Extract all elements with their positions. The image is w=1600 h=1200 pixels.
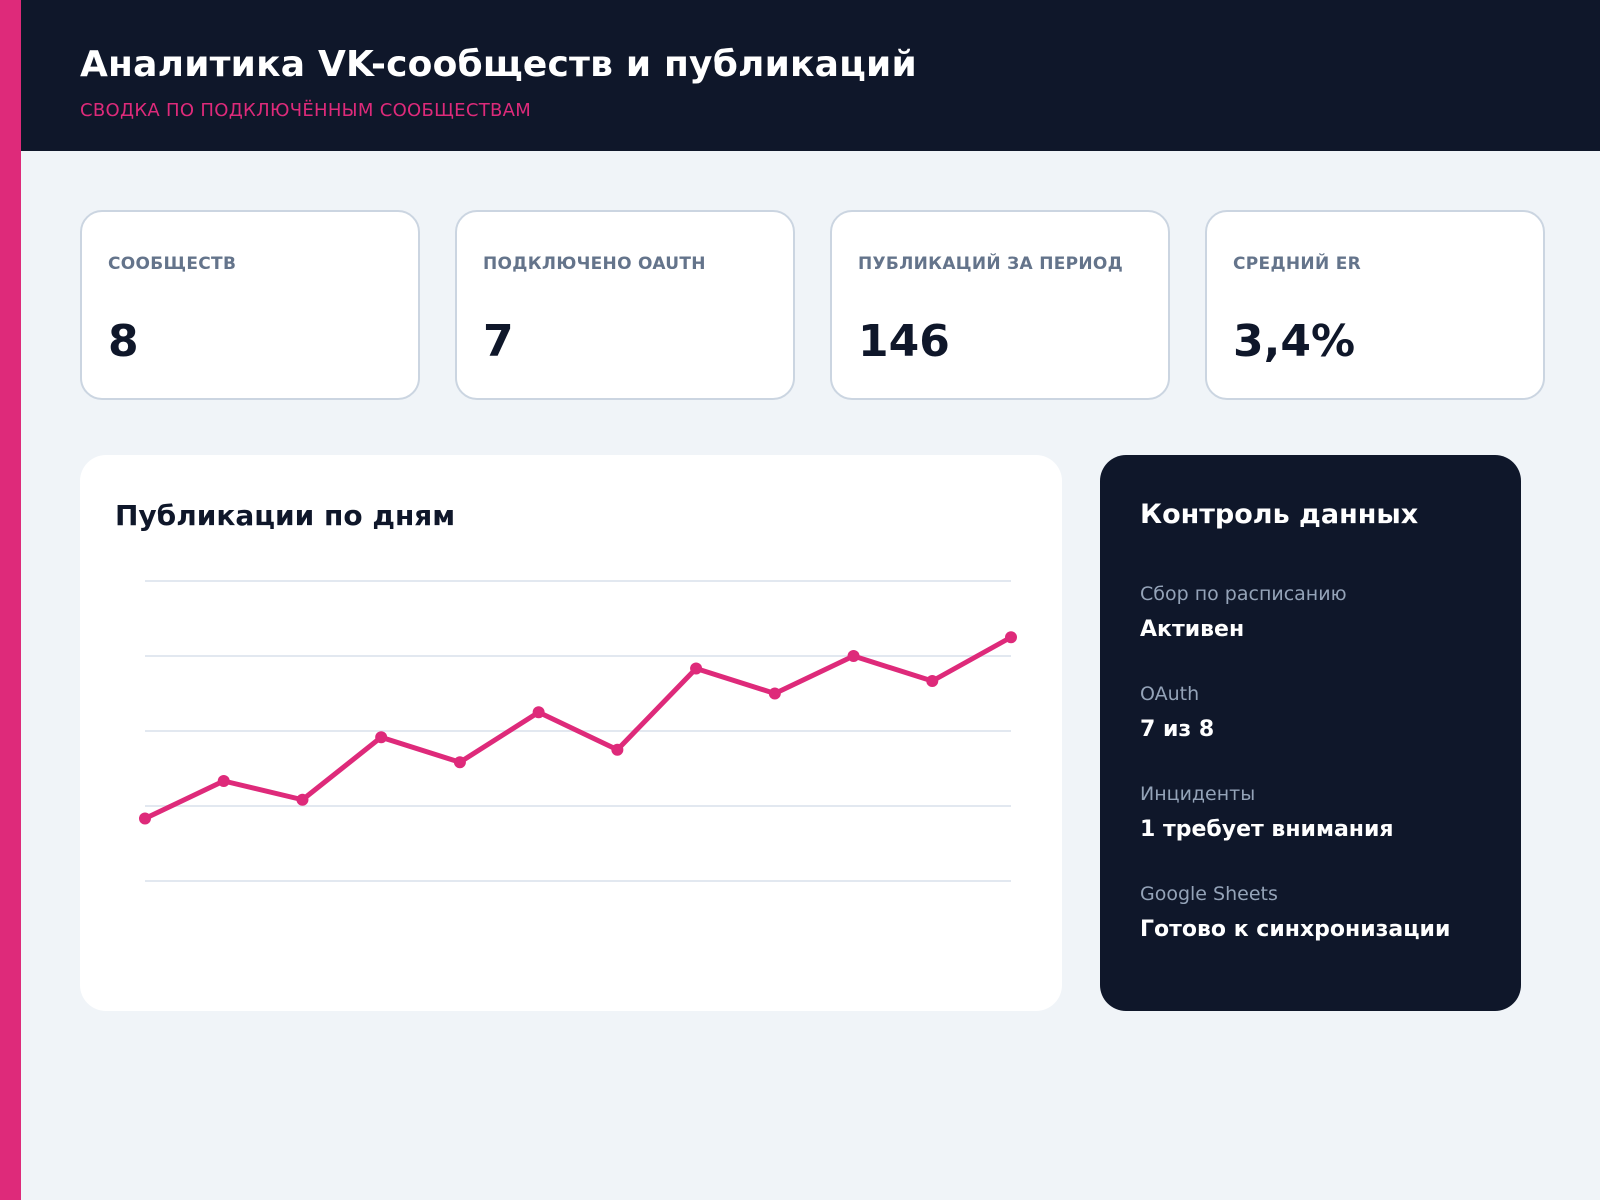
kpi-label: СООБЩЕСТВ	[108, 254, 237, 274]
chart-series-line	[142, 634, 1014, 821]
chart-point[interactable]	[1005, 631, 1017, 644]
kpi-value: 146	[858, 316, 950, 367]
control-item-schedule: Сбор по расписанию Активен	[1140, 583, 1347, 642]
control-item-value: 7 из 8	[1140, 717, 1215, 742]
kpi-label: СРЕДНИЙ ER	[1233, 254, 1361, 274]
chart-point[interactable]	[690, 662, 703, 675]
chart-point[interactable]	[847, 650, 860, 662]
page-header: Аналитика VK-сообществ и публикаций СВОД…	[21, 0, 1600, 151]
control-item-label: OAuth	[1140, 683, 1200, 705]
control-item-label: Инциденты	[1140, 783, 1256, 805]
page-subtitle: СВОДКА ПО ПОДКЛЮЧЁННЫМ СООБЩЕСТВАМ	[80, 100, 532, 121]
publications-chart-card: Публикации по дням	[80, 455, 1062, 1011]
chart-point[interactable]	[139, 812, 151, 825]
control-item-label: Сбор по расписанию	[1140, 583, 1347, 605]
control-item-value: Активен	[1140, 617, 1245, 642]
kpi-card-oauth: ПОДКЛЮЧЕНО OAUTH 7	[455, 210, 795, 400]
kpi-label: ПОДКЛЮЧЕНО OAUTH	[483, 254, 706, 274]
chart-point[interactable]	[296, 793, 309, 806]
kpi-card-communities: СООБЩЕСТВ 8	[80, 210, 420, 400]
control-item-incidents: Инциденты 1 требует внимания	[1140, 783, 1394, 842]
chart-point[interactable]	[217, 775, 230, 787]
kpi-value: 7	[483, 316, 514, 367]
control-item-oauth: OAuth 7 из 8	[1140, 683, 1214, 742]
control-item-value: Готово к синхронизации	[1140, 917, 1451, 942]
chart-point[interactable]	[926, 675, 939, 687]
chart-point[interactable]	[453, 756, 466, 769]
chart-point[interactable]	[532, 706, 545, 719]
kpi-card-er: СРЕДНИЙ ER 3,4%	[1205, 210, 1545, 400]
control-title: Контроль данных	[1140, 499, 1419, 530]
publications-line-chart	[139, 580, 1017, 882]
kpi-card-publications: ПУБЛИКАЦИЙ ЗА ПЕРИОД 146	[830, 210, 1170, 400]
control-item-label: Google Sheets	[1140, 883, 1278, 905]
accent-bar	[0, 0, 21, 1200]
data-control-panel: Контроль данных Сбор по расписанию Актив…	[1100, 455, 1521, 1011]
kpi-label: ПУБЛИКАЦИЙ ЗА ПЕРИОД	[858, 254, 1124, 274]
control-item-sheets: Google Sheets Готово к синхронизации	[1140, 883, 1450, 942]
chart-point[interactable]	[611, 743, 624, 756]
chart-point[interactable]	[375, 731, 388, 744]
kpi-value: 8	[108, 316, 139, 367]
kpi-value: 3,4%	[1233, 316, 1356, 367]
chart-point[interactable]	[768, 687, 781, 700]
control-item-value: 1 требует внимания	[1140, 817, 1394, 842]
page-title: Аналитика VK-сообществ и публикаций	[80, 44, 917, 85]
